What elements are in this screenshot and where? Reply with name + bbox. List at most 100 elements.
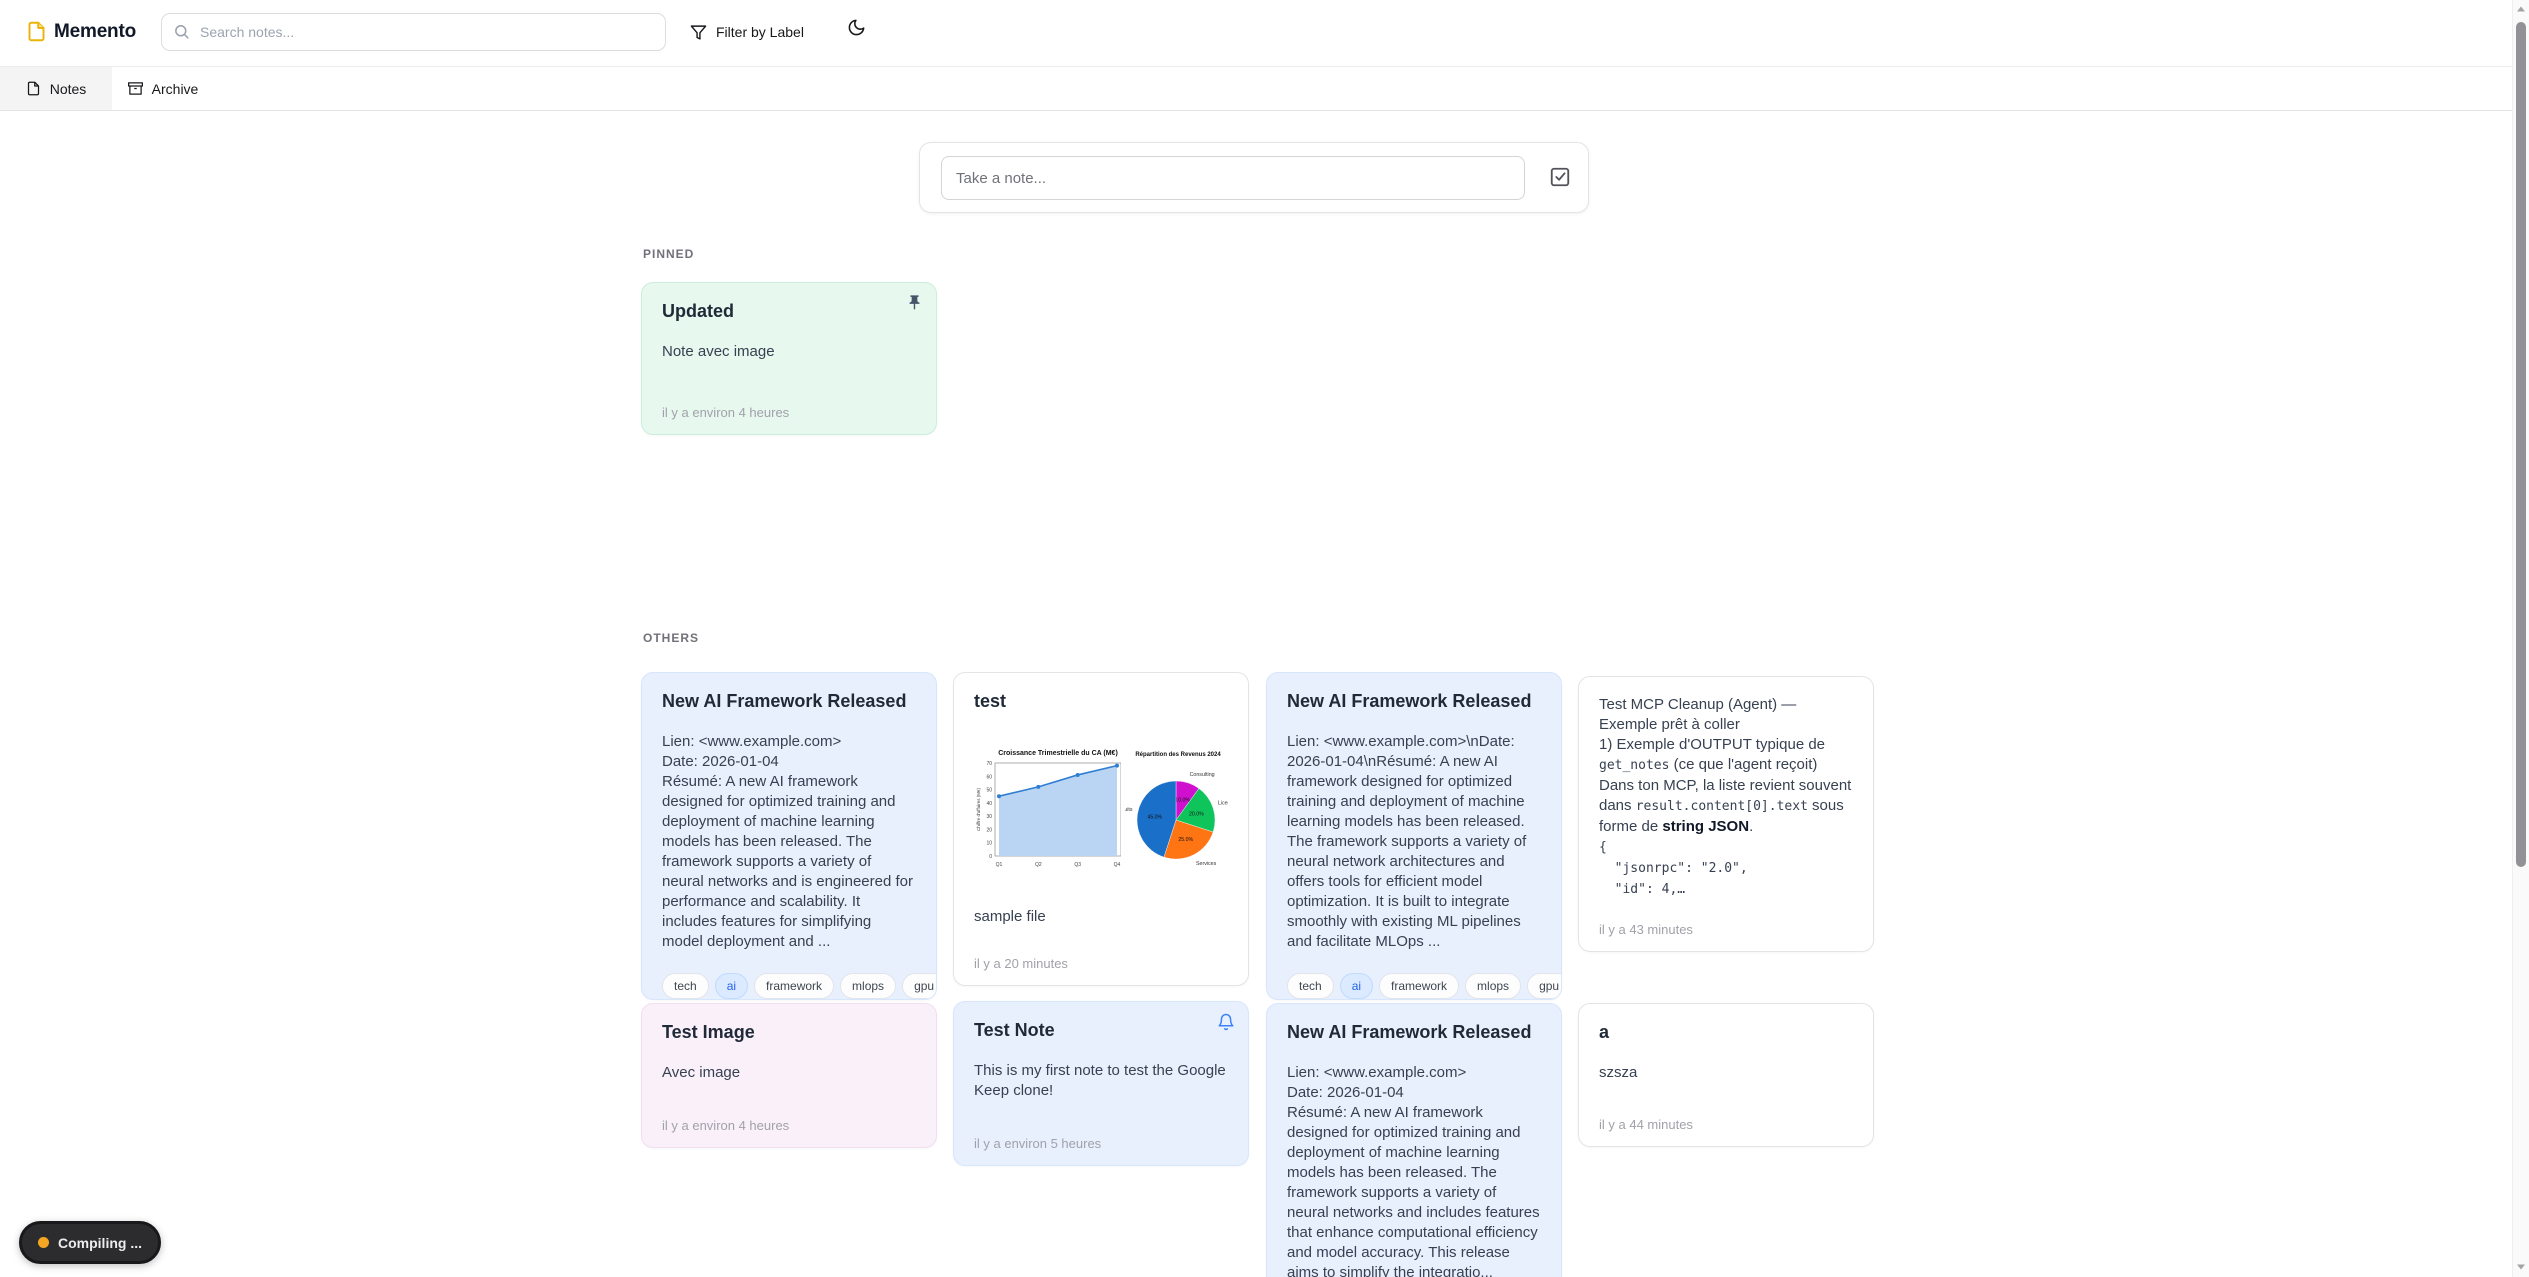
note-composer (919, 142, 1589, 213)
svg-text:Croissance Trimestrielle du CA: Croissance Trimestrielle du CA (M€) (998, 750, 1118, 757)
pie-chart-image: Répartition des Revenus 2024 10.0% Consult… (1125, 746, 1228, 879)
note-tags: techaiframeworkmlopsgpu (1287, 973, 1541, 999)
svg-text:60: 60 (986, 774, 992, 780)
note-card[interactable]: New AI Framework Released Lien: <www.exam… (1266, 672, 1562, 1000)
tag-pill-framework[interactable]: framework (754, 973, 834, 999)
svg-text:10: 10 (986, 841, 992, 847)
compiling-label: Compiling ... (58, 1235, 142, 1251)
svg-text:30: 30 (986, 814, 992, 820)
tag-pill-gpu[interactable]: gpu (902, 973, 937, 999)
new-checklist-button[interactable] (1549, 166, 1571, 191)
take-a-note-input[interactable] (941, 156, 1525, 200)
svg-text:Chiffre d'affaires (M€): Chiffre d'affaires (M€) (976, 788, 981, 831)
moon-icon (847, 18, 866, 37)
note-body: Lien: <www.example.com>\nDate: 2026-01-0… (1287, 732, 1541, 952)
search-input[interactable] (161, 13, 666, 51)
dark-mode-toggle[interactable] (847, 18, 866, 40)
filter-by-label-button[interactable]: Filter by Label (690, 13, 804, 51)
svg-text:Licences: Licences (1218, 800, 1228, 806)
note-card[interactable]: a szsza il y a 44 minutes (1578, 1003, 1874, 1147)
filter-by-label-text: Filter by Label (716, 24, 804, 40)
note-card[interactable]: Test Image Avec image il y a environ 4 heu… (641, 1003, 937, 1148)
pin-button[interactable] (906, 294, 923, 314)
tab-archive[interactable]: Archive (112, 67, 214, 110)
svg-text:Produits: Produits (1125, 807, 1133, 813)
svg-text:45.0%: 45.0% (1148, 815, 1163, 821)
notes-grid: New AI Framework Released Lien: <www.exam… (641, 672, 1881, 1277)
tag-pill-tech[interactable]: tech (1287, 973, 1334, 999)
note-card[interactable]: Test MCP Cleanup (Agent) — Exemple prêt … (1578, 676, 1874, 952)
app-logo-file-icon (26, 19, 47, 49)
filter-icon (690, 24, 707, 41)
note-body: Avec image (662, 1063, 916, 1083)
svg-text:0: 0 (989, 854, 992, 860)
svg-text:25.0%: 25.0% (1179, 837, 1194, 843)
section-label-pinned: PINNED (643, 247, 694, 261)
note-timestamp: il y a environ 4 heures (662, 397, 916, 420)
compiling-dot-icon (38, 1237, 49, 1248)
svg-text:20.0%: 20.0% (1189, 811, 1204, 817)
note-timestamp: il y a 20 minutes (974, 948, 1228, 971)
note-attached-charts-image: Croissance Trimestrielle du CA (M€) 0 10 20… (974, 746, 1228, 879)
svg-text:Répartition des Revenus 2024: Répartition des Revenus 2024 (1136, 752, 1222, 758)
note-title: New AI Framework Released (1287, 1022, 1541, 1043)
note-timestamp: il y a environ 5 heures (974, 1128, 1228, 1151)
bell-icon (1217, 1013, 1235, 1031)
search-icon (173, 23, 190, 45)
tag-pill-ai[interactable]: ai (1340, 973, 1373, 999)
tab-notes-label: Notes (50, 81, 87, 97)
note-title: a (1599, 1022, 1853, 1043)
tag-pill-mlops[interactable]: mlops (1465, 973, 1521, 999)
section-label-others: OTHERS (643, 631, 699, 645)
checkbox-icon (1549, 166, 1571, 188)
svg-text:10.0%: 10.0% (1176, 798, 1191, 804)
svg-text:20: 20 (986, 827, 992, 833)
svg-text:Q2: Q2 (1035, 862, 1042, 868)
tab-notes[interactable]: Notes (0, 67, 112, 110)
svg-text:Services: Services (1196, 861, 1217, 867)
tag-pill-mlops[interactable]: mlops (840, 973, 896, 999)
scroll-up-arrow[interactable] (2516, 4, 2526, 14)
note-body: szsza (1599, 1063, 1853, 1083)
note-title: Updated (662, 301, 916, 322)
note-card[interactable]: New AI Framework Released Lien: <www.exam… (641, 672, 937, 1000)
scroll-down-arrow[interactable] (2516, 1262, 2526, 1272)
search-box (161, 13, 666, 51)
note-body: Test MCP Cleanup (Agent) — Exemple prêt … (1599, 695, 1853, 900)
note-file-icon (26, 81, 41, 96)
archive-icon (128, 81, 143, 96)
svg-text:50: 50 (986, 788, 992, 794)
note-timestamp: il y a 44 minutes (1599, 1109, 1853, 1132)
note-title: New AI Framework Released (662, 691, 916, 712)
scrollbar[interactable] (2512, 0, 2529, 1277)
reminder-button[interactable] (1217, 1013, 1235, 1034)
svg-text:40: 40 (986, 801, 992, 807)
note-body: Lien: <www.example.com> Date: 2026-01-04… (662, 732, 916, 952)
note-timestamp: il y a 43 minutes (1599, 914, 1853, 937)
svg-text:70: 70 (986, 761, 992, 767)
note-title: Test Image (662, 1022, 916, 1043)
note-body: sample file (974, 907, 1228, 927)
app-title: Memento (54, 21, 136, 43)
svg-text:Q3: Q3 (1074, 862, 1081, 868)
tab-bar: Notes Archive (0, 66, 2529, 111)
pin-icon (906, 294, 923, 311)
note-title: Test Note (974, 1020, 1228, 1041)
svg-text:Consulting: Consulting (1190, 772, 1215, 778)
note-title: New AI Framework Released (1287, 691, 1541, 712)
pinned-note-card[interactable]: Updated Note avec image il y a environ 4… (641, 282, 937, 435)
tag-pill-tech[interactable]: tech (662, 973, 709, 999)
tag-pill-gpu[interactable]: gpu (1527, 973, 1562, 999)
tag-pill-ai[interactable]: ai (715, 973, 748, 999)
note-body: Note avec image (662, 342, 916, 362)
svg-text:Q4: Q4 (1114, 862, 1121, 868)
compiling-status-badge[interactable]: Compiling ... (19, 1221, 161, 1264)
note-timestamp: il y a environ 4 heures (662, 1110, 916, 1133)
note-body: Lien: <www.example.com> Date: 2026-01-04… (1287, 1063, 1541, 1277)
note-card[interactable]: testCroissance Trimestrielle du CA (M€)0… (953, 672, 1249, 986)
scrollbar-thumb[interactable] (2516, 22, 2526, 867)
note-card[interactable]: New AI Framework Released Lien: <www.exam… (1266, 1003, 1562, 1277)
line-chart-image: Croissance Trimestrielle du CA (M€) 0 10 20… (974, 746, 1121, 879)
tag-pill-framework[interactable]: framework (1379, 973, 1459, 999)
note-card[interactable]: Test NoteThis is my first note to test t… (953, 1001, 1249, 1166)
